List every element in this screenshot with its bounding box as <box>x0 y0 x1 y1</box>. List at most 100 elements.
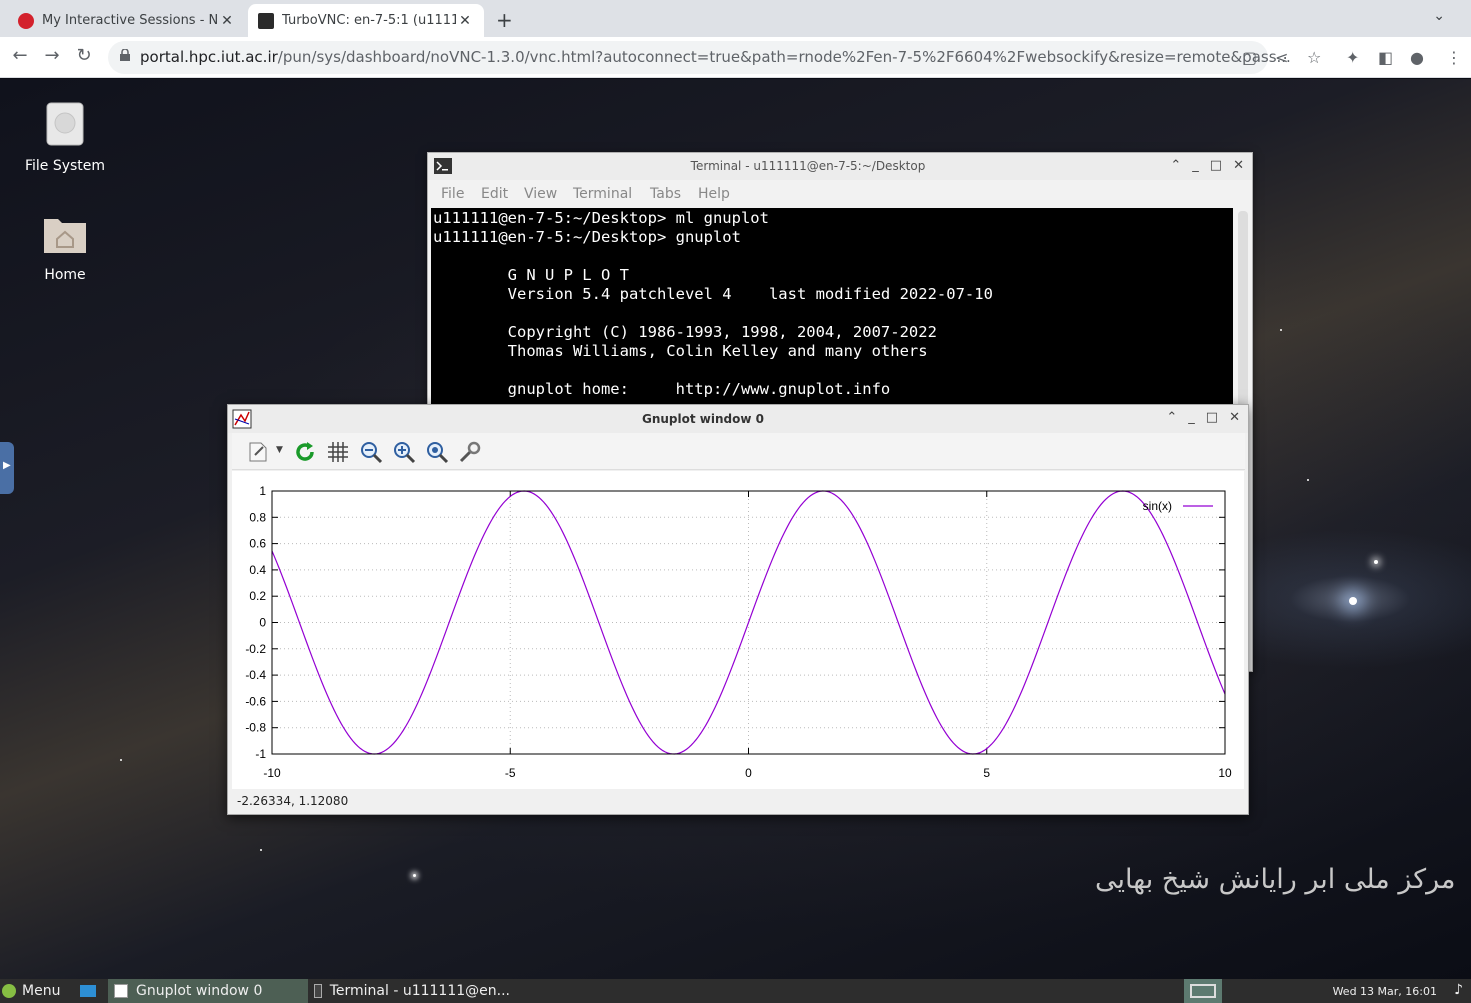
export-document-icon[interactable] <box>246 440 270 464</box>
replot-icon[interactable] <box>293 440 317 464</box>
desktop-icon-home[interactable]: Home <box>10 211 120 283</box>
home-folder-icon <box>44 219 86 253</box>
tab-interactive-sessions[interactable]: My Interactive Sessions - NH ✕ <box>8 4 246 37</box>
taskbar-item-terminal[interactable]: Terminal - u111111@en... <box>310 979 510 1003</box>
reload-icon[interactable]: ↻ <box>72 45 96 66</box>
desktop-icon-file-system[interactable]: File System <box>10 101 120 174</box>
share-icon[interactable]: ⋖ <box>1275 48 1288 67</box>
minimize-icon[interactable]: _ <box>1188 410 1195 425</box>
gnuplot-window[interactable]: Gnuplot window 0 ⌃ _ □ ✕ ▼ -10 -5 0 5 10 1 0.8 0.6… <box>227 404 1249 815</box>
star <box>413 874 416 877</box>
bright-star <box>1349 597 1357 605</box>
taskbar-item-gnuplot[interactable]: Gnuplot window 0 <box>108 979 308 1003</box>
star <box>260 849 262 851</box>
bookmark-star-icon[interactable]: ☆ <box>1307 48 1321 67</box>
menu-view[interactable]: View <box>524 186 557 202</box>
tab-title: My Interactive Sessions - NH <box>42 13 218 28</box>
y-tick-label: 0.2 <box>249 589 266 603</box>
zoom-fit-icon[interactable] <box>425 440 449 464</box>
taskbar-item-label: Gnuplot window 0 <box>136 983 263 999</box>
terminal-title: Terminal - u111111@en-7-5:~/Desktop <box>690 159 926 173</box>
new-tab-button[interactable]: + <box>496 8 513 32</box>
gnuplot-titlebar[interactable]: Gnuplot window 0 ⌃ _ □ ✕ <box>228 405 1248 433</box>
terminal-line: Copyright (C) 1986-1993, 1998, 2004, 200… <box>433 323 937 341</box>
forward-arrow-icon[interactable]: → <box>40 45 64 66</box>
menu-file[interactable]: File <box>441 186 464 202</box>
notification-bell-icon[interactable]: ♪ <box>1454 982 1463 998</box>
zoom-out-icon[interactable] <box>359 440 383 464</box>
browser-tabstrip: My Interactive Sessions - NH ✕ TurboVNC:… <box>0 0 1471 37</box>
dropdown-caret-icon[interactable]: ▼ <box>276 445 283 455</box>
menu-edit[interactable]: Edit <box>481 186 508 202</box>
y-tick-label: -0.6 <box>245 694 266 708</box>
network-tray-icon[interactable] <box>1184 979 1222 1003</box>
url-host: portal.hpc.iut.ac.ir <box>140 48 278 66</box>
x-tick-label: 10 <box>1218 766 1232 780</box>
menu-help[interactable]: Help <box>698 186 730 202</box>
profile-avatar-icon[interactable]: ● <box>1410 48 1424 67</box>
window-controls: ⌃ _ □ ✕ <box>1159 158 1244 173</box>
vnc-favicon-icon <box>258 12 274 29</box>
terminal-line: gnuplot home: http://www.gnuplot.info <box>433 380 891 398</box>
star <box>1307 479 1309 481</box>
tick-labels: -10 -5 0 5 10 1 0.8 0.6 0.4 0.2 0 -0.2 -0.4 -0.6 -0.8 -… <box>245 484 1232 780</box>
address-bar[interactable]: portal.hpc.iut.ac.ir/pun/sys/dashboard/n… <box>108 41 1291 74</box>
menu-tabs[interactable]: Tabs <box>650 186 681 202</box>
tab-close-icon[interactable]: ✕ <box>218 13 236 29</box>
ood-favicon-icon <box>18 12 34 29</box>
y-tick-label: -0.8 <box>245 721 266 735</box>
side-panel-icon[interactable]: ◧ <box>1378 48 1393 67</box>
browser-menu-icon[interactable]: ⋮ <box>1446 48 1462 67</box>
taskbar-item-label: Terminal - u111111@en... <box>329 983 510 999</box>
terminal-titlebar[interactable]: Terminal - u111111@en-7-5:~/Desktop ⌃ _ □ ✕ <box>428 153 1252 180</box>
tab-title: TurboVNC: en-7-5:1 (u1111 <box>282 13 456 28</box>
y-tick-label: -0.4 <box>245 668 266 682</box>
clipboard-icon[interactable]: ▢ <box>1242 48 1257 67</box>
y-tick-label: 0.6 <box>249 537 266 551</box>
close-icon[interactable]: ✕ <box>1233 158 1244 173</box>
extension-icon[interactable]: ✦ <box>1346 48 1359 67</box>
desktop-icon-label: Home <box>44 267 86 283</box>
y-tick-label: 0 <box>259 616 266 630</box>
sin-plot[interactable]: -10 -5 0 5 10 1 0.8 0.6 0.4 0.2 0 -0.2 -0.4 -0.6 -0.8 -… <box>232 471 1244 789</box>
x-tick-label: -5 <box>505 766 516 780</box>
show-desktop-icon[interactable] <box>80 979 106 1003</box>
gnuplot-title: Gnuplot window 0 <box>642 412 764 426</box>
gnuplot-statusbar: -2.26334, 1.12080 <box>232 791 1244 811</box>
x-tick-label: -10 <box>263 766 281 780</box>
maximize-icon[interactable]: □ <box>1210 158 1222 173</box>
caret-right-icon: ▶ <box>3 460 11 471</box>
back-arrow-icon[interactable]: ← <box>8 45 32 66</box>
terminal-line: u111111@en-7-5:~/Desktop> ml gnuplot <box>433 209 769 227</box>
mint-logo-icon <box>2 984 16 998</box>
y-tick-label: -1 <box>255 747 266 761</box>
tab-close-icon[interactable]: ✕ <box>456 13 474 29</box>
minimize-icon[interactable]: _ <box>1192 158 1199 173</box>
terminal-line: u111111@en-7-5:~/Desktop> gnuplot <box>433 228 741 246</box>
maximize-icon[interactable]: □ <box>1206 410 1218 425</box>
menu-terminal[interactable]: Terminal <box>573 186 632 202</box>
terminal-line: G N U P L O T <box>433 266 629 284</box>
legend-label: sin(x) <box>1143 499 1172 513</box>
plot-area[interactable]: -10 -5 0 5 10 1 0.8 0.6 0.4 0.2 0 -0.2 -0.4 -0.6 -0.8 -… <box>232 471 1244 789</box>
shade-icon[interactable]: ⌃ <box>1166 410 1177 425</box>
close-icon[interactable]: ✕ <box>1229 410 1240 425</box>
grid-icon[interactable] <box>326 440 350 464</box>
tab-turbovnc[interactable]: TurboVNC: en-7-5:1 (u1111 ✕ <box>248 4 484 37</box>
series-line-sin <box>271 490 1226 755</box>
shade-icon[interactable]: ⌃ <box>1170 158 1181 173</box>
url-path: /pun/sys/dashboard/noVNC-1.3.0/vnc.html?… <box>277 48 1291 66</box>
y-tick-label: 0.8 <box>249 510 266 524</box>
x-tick-label: 0 <box>745 766 752 780</box>
tab-search-chevron-icon[interactable]: ⌄ <box>1433 8 1445 24</box>
gnuplot-toolbar: ▼ <box>232 433 1245 470</box>
url-text: portal.hpc.iut.ac.ir/pun/sys/dashboard/n… <box>140 48 1291 66</box>
desktop-square-icon <box>80 985 96 997</box>
zoom-in-icon[interactable] <box>392 440 416 464</box>
monitor-icon <box>1190 984 1216 998</box>
x-tick-label: 5 <box>983 766 990 780</box>
novnc-control-handle[interactable]: ▶ <box>0 442 14 494</box>
window-controls: ⌃ _ □ ✕ <box>1155 410 1240 425</box>
start-menu-button[interactable]: Menu <box>2 979 72 1003</box>
settings-wrench-icon[interactable] <box>458 440 482 464</box>
